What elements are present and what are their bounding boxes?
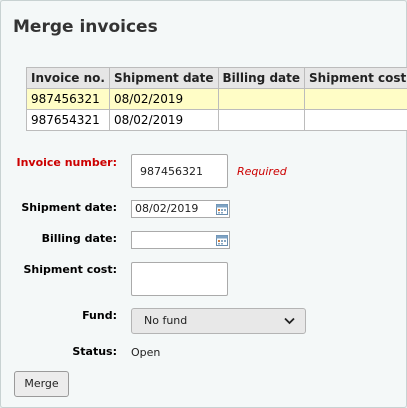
column-header-invoice-no[interactable]: Invoice no. <box>26 67 110 89</box>
calendar-icon[interactable] <box>216 203 228 215</box>
page-title: Merge invoices <box>13 17 158 37</box>
table-header-row: Invoice no. Shipment date Billing date S… <box>26 67 407 89</box>
shipment-cost-input[interactable] <box>131 262 228 296</box>
cell-billing-date <box>217 88 306 110</box>
fund-select[interactable]: No fund <box>131 308 306 334</box>
billing-date-label: Billing date: <box>41 232 117 245</box>
cell-shipment-date: 08/02/2019 <box>108 109 219 131</box>
billing-date-input[interactable] <box>131 231 230 249</box>
status-label: Status: <box>72 345 117 358</box>
shipment-date-value: 08/02/2019 <box>135 202 199 215</box>
table-row[interactable]: 987654321 08/02/2019 <box>26 109 407 131</box>
cell-billing-date <box>217 109 306 131</box>
invoices-table: Invoice no. Shipment date Billing date S… <box>26 67 407 131</box>
cell-invoice-no: 987654321 <box>26 109 110 131</box>
chevron-down-icon <box>284 317 295 325</box>
cell-shipment-cost <box>304 109 407 131</box>
column-header-shipment-date[interactable]: Shipment date <box>108 67 219 89</box>
invoice-number-label: Invoice number: <box>16 156 117 169</box>
merge-button[interactable]: Merge <box>14 371 69 397</box>
fund-selected-value: No fund <box>144 314 188 327</box>
cell-shipment-date: 08/02/2019 <box>108 88 219 110</box>
shipment-cost-label: Shipment cost: <box>23 263 117 276</box>
column-header-billing-date[interactable]: Billing date <box>217 67 306 89</box>
table-row[interactable]: 987456321 08/02/2019 <box>26 88 407 110</box>
cell-shipment-cost <box>304 88 407 110</box>
required-indicator: Required <box>237 165 287 178</box>
invoice-number-input[interactable] <box>131 154 228 188</box>
calendar-icon[interactable] <box>216 234 228 246</box>
cell-invoice-no: 987456321 <box>26 88 110 110</box>
merge-invoices-panel: Merge invoices Invoice no. Shipment date… <box>0 0 407 408</box>
fund-label: Fund: <box>82 309 117 322</box>
status-value: Open <box>131 346 161 359</box>
shipment-date-input[interactable]: 08/02/2019 <box>131 200 230 218</box>
shipment-date-label: Shipment date: <box>21 201 117 214</box>
column-header-shipment-cost[interactable]: Shipment cost <box>304 67 407 89</box>
